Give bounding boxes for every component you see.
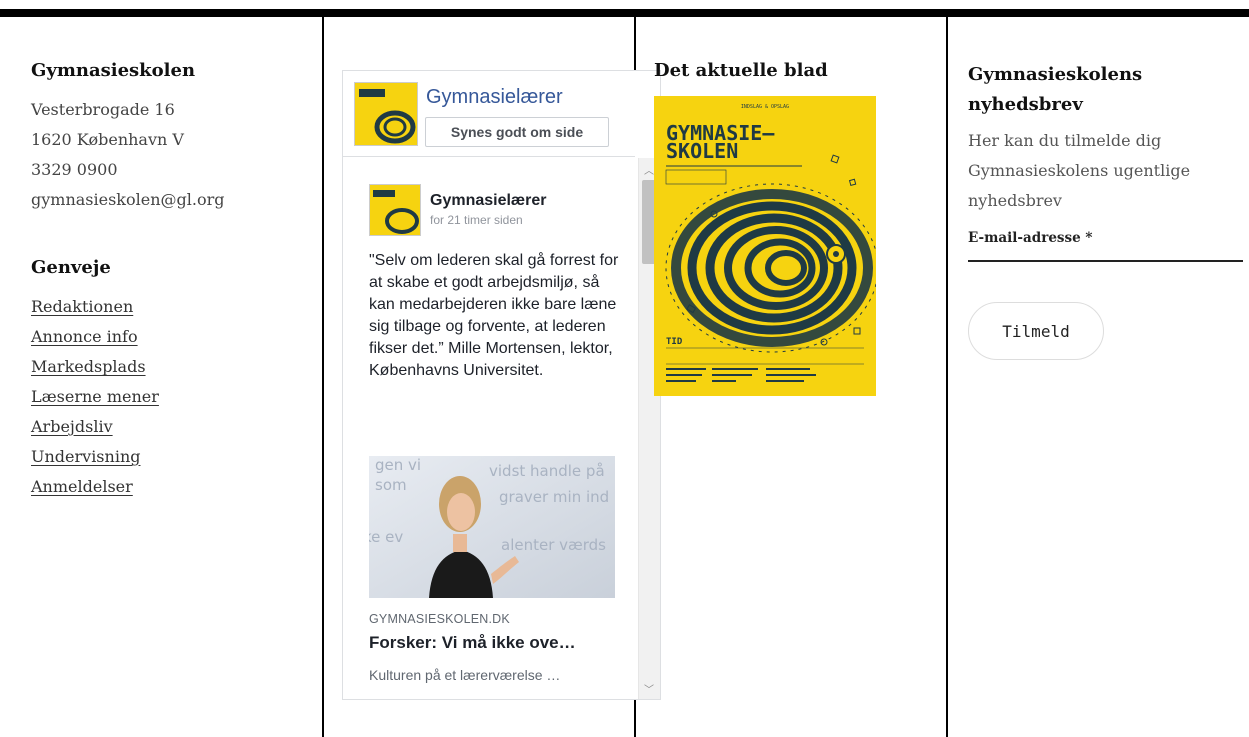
subscribe-button[interactable]: Tilmeld [968,302,1104,360]
svg-text:ke ev: ke ev [369,528,403,546]
shortcut-link-redaktionen[interactable]: Redaktionen [31,292,301,322]
cover-title-line2: SKOLEN [666,139,738,163]
post-link-image[interactable]: gen vi vidst handle på som graver min in… [369,456,615,598]
email-label: E-mail-adresse * [968,230,1093,246]
shortcut-link-undervisning[interactable]: Undervisning [31,442,301,472]
like-page-button[interactable]: Synes godt om side [425,117,609,147]
page-avatar[interactable] [354,82,418,146]
scroll-down-icon[interactable]: ﹀ [644,681,654,696]
contact-heading: Gymnasieskolen [31,60,196,81]
contact-details: Vesterbrogade 16 1620 København V 3329 0… [31,95,301,215]
post-link-description[interactable]: Kulturen på et lærerværelse … [369,667,621,683]
column-divider [946,17,948,737]
magazine-heading: Det aktuelle blad [654,60,828,81]
cover-theme: TID [666,337,683,347]
email-address: gymnasieskolen@gl.org [31,190,225,209]
facebook-feed[interactable]: Gymnasielærer for 21 timer siden "Selv o… [343,158,635,699]
post-author-avatar[interactable] [369,184,421,236]
shortcut-link-markedsplads[interactable]: Markedsplads [31,352,301,382]
svg-text:alenter værds: alenter værds [501,536,606,554]
svg-text:graver min ind: graver min ind [499,488,609,506]
contact-column: Gymnasieskolen Vesterbrogade 16 1620 Køb… [31,60,301,502]
column-divider [322,17,324,737]
shortcuts-list: Redaktionen Annonce info Markedsplads Læ… [31,292,301,502]
post-link-domain[interactable]: GYMNASIESKOLEN.DK [369,612,510,626]
shortcut-link-annonce-info[interactable]: Annonce info [31,322,301,352]
address-line: 1620 København V [31,130,184,149]
newsletter-description: Her kan du tilmelde dig Gymnasieskolens … [968,131,1191,210]
post-text: "Selv om lederen skal gå forrest for at … [369,252,619,379]
email-field[interactable] [968,253,1243,262]
svg-text:vidst handle på: vidst handle på [489,462,605,480]
svg-text:gen vi: gen vi [375,456,421,474]
shortcut-link-laeserne-mener[interactable]: Læserne mener [31,382,301,412]
post-author[interactable]: Gymnasielærer [430,192,547,210]
page-name-link[interactable]: Gymnasielærer [426,86,563,109]
top-border [0,9,1249,17]
address-line: Vesterbrogade 16 [31,100,175,119]
newsletter-column: Gymnasieskolens nyhedsbrev Her kan du ti… [968,60,1243,360]
post-link-title[interactable]: Forsker: Vi må ikke ove… [369,633,621,653]
post-timestamp[interactable]: for 21 timer siden [430,213,523,227]
newsletter-heading: Gymnasieskolens nyhedsbrev [968,64,1143,115]
scroll-up-icon[interactable]: ︿ [644,162,654,177]
shortcuts-heading: Genveje [31,257,111,278]
facebook-widget-header: Gymnasielærer Synes godt om side [343,71,635,157]
phone-number: 3329 0900 [31,160,118,179]
magazine-cover[interactable]: INDSLAG & OPSLAG GYMNASIE— SKOLEN TID [654,96,876,396]
cover-topline: INDSLAG & OPSLAG [741,104,789,110]
facebook-page-widget: Gymnasielærer Synes godt om side Gymnasi… [342,70,661,700]
shortcut-link-arbejdsliv[interactable]: Arbejdsliv [31,412,301,442]
svg-text:som: som [375,476,407,494]
shortcut-link-anmeldelser[interactable]: Anmeldelser [31,472,301,502]
